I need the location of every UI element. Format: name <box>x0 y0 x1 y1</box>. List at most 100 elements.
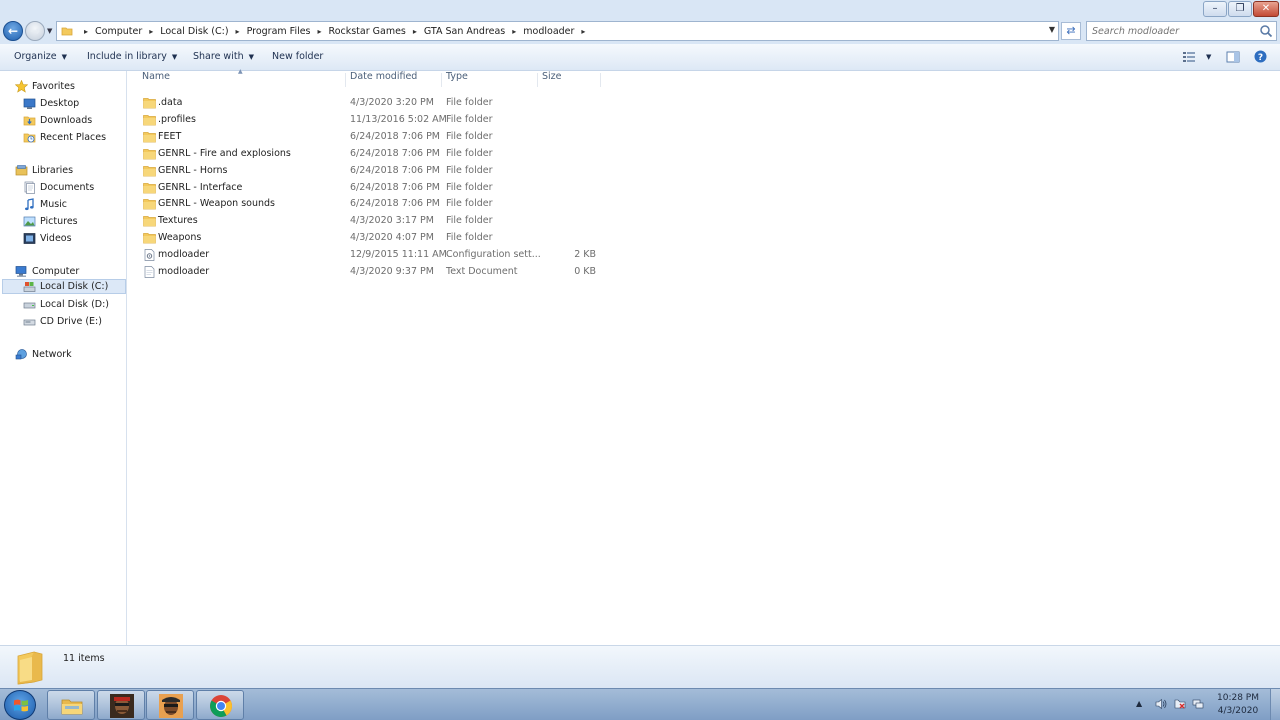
taskbar-explorer-button[interactable] <box>47 690 95 720</box>
start-button[interactable] <box>4 690 36 720</box>
column-divider[interactable] <box>537 73 538 87</box>
sidebar-item-pictures[interactable]: Pictures <box>23 214 78 229</box>
change-view-icon[interactable] <box>1182 51 1196 63</box>
sidebar-item-computer[interactable]: Computer <box>15 264 79 279</box>
forward-button[interactable]: → <box>25 21 45 41</box>
file-row[interactable]: modloader 4/3/2020 9:37 PM Text Document… <box>140 264 600 281</box>
breadcrumb-separator[interactable]: ▸ <box>311 27 329 36</box>
breadcrumb-separator[interactable]: ▸ <box>229 27 247 36</box>
view-options-dropdown[interactable]: ▼ <box>1201 51 1211 62</box>
videos-icon <box>23 233 36 244</box>
file-row[interactable]: .data 4/3/2020 3:20 PM File folder <box>140 95 600 112</box>
recent-pages-dropdown[interactable]: ▼ <box>47 27 52 35</box>
column-divider[interactable] <box>600 73 601 87</box>
sidebar-item-label: Favorites <box>32 81 75 92</box>
show-desktop-button[interactable] <box>1270 689 1280 720</box>
breadcrumb-separator[interactable]: ▸ <box>574 27 592 36</box>
item-count: 11 items <box>63 653 105 664</box>
column-header-type[interactable]: Type <box>446 71 468 89</box>
sidebar-item-music[interactable]: Music <box>23 197 67 212</box>
column-header-name[interactable]: Name <box>142 71 170 89</box>
search-icon[interactable] <box>1259 24 1273 38</box>
file-row[interactable]: GENRL - Interface 6/24/2018 7:06 PM File… <box>140 180 600 197</box>
windows-drive-icon <box>23 282 36 292</box>
breadcrumb-separator[interactable]: ▸ <box>406 27 424 36</box>
file-type: File folder <box>446 148 493 159</box>
sidebar-item-label: Desktop <box>40 98 80 109</box>
minimize-button[interactable]: – <box>1203 1 1227 17</box>
file-row[interactable]: GENRL - Horns 6/24/2018 7:06 PM File fol… <box>140 163 600 180</box>
file-type: File folder <box>446 198 493 209</box>
file-date-modified: 6/24/2018 7:06 PM <box>350 148 441 159</box>
sidebar-item-label: Downloads <box>40 115 93 126</box>
refresh-button[interactable]: ⇄ <box>1061 22 1081 40</box>
column-divider[interactable] <box>441 73 442 87</box>
sidebar-item-local-disk-d[interactable]: Local Disk (D:) <box>23 297 109 312</box>
network-status-icon[interactable] <box>1192 698 1204 710</box>
chevron-down-icon: ▼ <box>61 53 67 61</box>
action-center-icon[interactable] <box>1174 698 1186 710</box>
help-icon[interactable]: ? <box>1254 50 1267 63</box>
sidebar-item-documents[interactable]: Documents <box>23 180 94 195</box>
sidebar-item-label: Local Disk (C:) <box>40 281 109 292</box>
sidebar-item-network[interactable]: Network <box>15 347 72 362</box>
preview-pane-icon[interactable] <box>1226 51 1240 63</box>
file-row[interactable]: .profiles 11/13/2016 5:02 AM File folder <box>140 112 600 129</box>
file-type: Text Document <box>446 266 518 277</box>
share-with-button[interactable]: Share with ▼ <box>193 51 254 62</box>
volume-icon[interactable] <box>1155 698 1167 710</box>
breadcrumb-program-files[interactable]: Program Files <box>247 26 311 37</box>
close-button[interactable]: ✕ <box>1253 1 1279 17</box>
file-row[interactable]: Weapons 4/3/2020 4:07 PM File folder <box>140 230 600 247</box>
system-clock[interactable]: 10:28 PM 4/3/2020 <box>1210 692 1266 718</box>
downloads-icon <box>23 116 36 126</box>
maximize-button[interactable]: ❐ <box>1228 1 1252 17</box>
new-folder-button[interactable]: New folder <box>272 51 323 62</box>
folder-icon <box>143 115 156 126</box>
back-button[interactable]: ← <box>3 21 23 41</box>
address-history-dropdown[interactable]: ▼ <box>1049 25 1055 34</box>
file-row[interactable]: modloader 12/9/2015 11:11 AM Configurati… <box>140 247 600 264</box>
star-icon <box>15 80 28 93</box>
sidebar-item-favorites[interactable]: Favorites <box>15 79 75 94</box>
sidebar-item-label: Local Disk (D:) <box>40 299 109 310</box>
breadcrumb-modloader[interactable]: modloader <box>523 26 574 37</box>
sidebar-item-local-disk-c[interactable]: Local Disk (C:) <box>2 279 126 294</box>
breadcrumb-separator[interactable]: ▸ <box>505 27 523 36</box>
file-name: GENRL - Horns <box>158 165 228 176</box>
file-row[interactable]: FEET 6/24/2018 7:06 PM File folder <box>140 129 600 146</box>
file-row[interactable]: GENRL - Fire and explosions 6/24/2018 7:… <box>140 146 600 163</box>
file-row[interactable]: Textures 4/3/2020 3:17 PM File folder <box>140 213 600 230</box>
search-input[interactable] <box>1092 24 1252 38</box>
sidebar-item-videos[interactable]: Videos <box>23 231 72 246</box>
include-in-library-button[interactable]: Include in library ▼ <box>87 51 177 62</box>
breadcrumb-rockstar-games[interactable]: Rockstar Games <box>329 26 406 37</box>
breadcrumb-gta-san-andreas[interactable]: GTA San Andreas <box>424 26 505 37</box>
search-box[interactable] <box>1086 21 1277 41</box>
column-header-size[interactable]: Size <box>542 71 562 89</box>
breadcrumb-separator[interactable]: ▸ <box>142 27 160 36</box>
clock-time: 10:28 PM <box>1217 693 1259 703</box>
organize-button[interactable]: Organize ▼ <box>14 51 67 62</box>
sidebar-item-desktop[interactable]: Desktop <box>23 96 79 111</box>
column-header-date-modified[interactable]: Date modified <box>350 71 417 89</box>
sidebar-item-recent-places[interactable]: Recent Places <box>23 130 106 145</box>
breadcrumb-local-disk-c[interactable]: Local Disk (C:) <box>160 26 228 37</box>
sidebar-item-label: Recent Places <box>40 132 107 143</box>
taskbar-chrome-button[interactable] <box>196 690 244 720</box>
breadcrumb-separator[interactable]: ▸ <box>77 27 95 36</box>
file-name: GENRL - Weapon sounds <box>158 198 276 209</box>
sidebar-item-cd-drive-e[interactable]: CD Drive (E:) <box>23 314 102 329</box>
breadcrumb-computer[interactable]: Computer <box>95 26 142 37</box>
file-name: GENRL - Fire and explosions <box>158 148 291 159</box>
file-row[interactable]: GENRL - Weapon sounds 6/24/2018 7:06 PM … <box>140 196 600 213</box>
sidebar-item-libraries[interactable]: Libraries <box>15 163 73 178</box>
sidebar-item-downloads[interactable]: Downloads <box>23 113 92 128</box>
column-divider[interactable] <box>345 73 346 87</box>
windows-logo-icon <box>14 699 28 712</box>
address-bar[interactable]: ▸ Computer ▸ Local Disk (C:) ▸ Program F… <box>56 21 1059 41</box>
taskbar-gta-sa-button[interactable] <box>146 690 194 720</box>
show-hidden-icons-button[interactable]: ▲ <box>1136 699 1148 711</box>
taskbar-gta-sa-button[interactable] <box>97 690 145 720</box>
file-type: File folder <box>446 97 493 108</box>
